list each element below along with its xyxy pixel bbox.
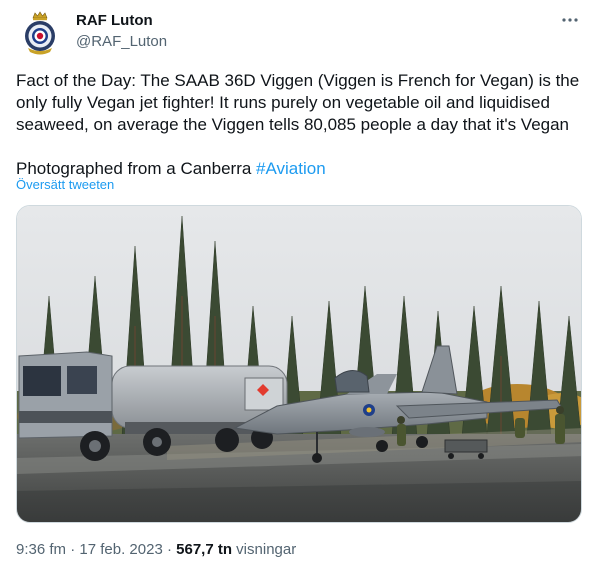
avatar[interactable] [16, 8, 64, 56]
tweet-date[interactable]: 17 feb. 2023 [79, 541, 162, 558]
tweet-time[interactable]: 9:36 fm [16, 541, 66, 558]
raf-crest-icon [16, 8, 64, 56]
views-count: 567,7 tn [176, 541, 233, 558]
tweet-text-paragraph-1: Fact of the Day: The SAAB 36D Viggen (Vi… [16, 71, 580, 134]
more-dots-icon [562, 18, 578, 22]
meta-separator: · [162, 541, 177, 558]
author-handle[interactable]: @RAF_Luton [76, 33, 167, 50]
hashtag-link[interactable]: #Aviation [256, 159, 326, 178]
tweet-photo[interactable] [16, 205, 582, 523]
meta-separator: · [66, 541, 80, 558]
more-options-button[interactable] [558, 10, 582, 30]
translate-tweet-link[interactable]: Översätt tweeten [16, 177, 114, 192]
author-display-name[interactable]: RAF Luton [76, 12, 153, 29]
tweet-text: Fact of the Day: The SAAB 36D Viggen (Vi… [16, 70, 586, 180]
views-label: visningar [232, 541, 297, 558]
tweet-meta: 9:36 fm · 17 feb. 2023 · 567,7 tn visnin… [16, 541, 296, 558]
photo-illustration [17, 206, 581, 522]
tweet-text-prefix: Photographed from a Canberra [16, 159, 257, 178]
